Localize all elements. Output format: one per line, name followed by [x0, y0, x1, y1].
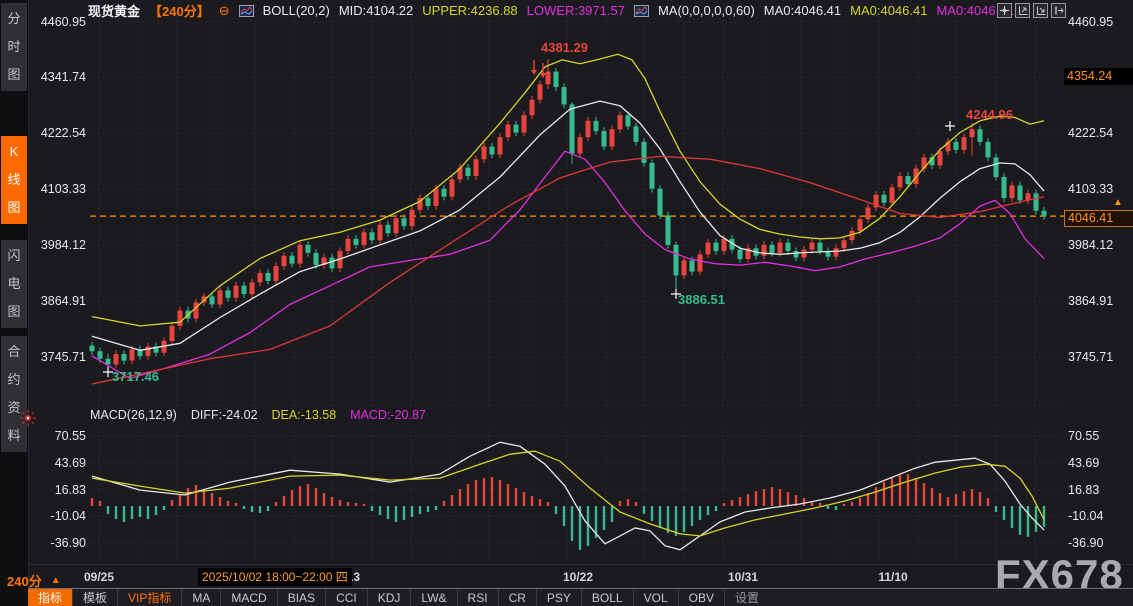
toolbar-item-KDJ[interactable]: KDJ — [368, 589, 412, 606]
symbol-name: 现货黄金 — [88, 1, 140, 20]
toolbar-item-MA[interactable]: MA — [182, 589, 221, 606]
price-axis-right-label-1: 4222.54 — [1068, 125, 1113, 141]
period-label: 【240分】 — [149, 1, 210, 20]
ma0-value-1: MA0:4046.41 — [764, 3, 841, 18]
macd-axis-left-label-2: 16.83 — [34, 482, 86, 498]
macd-axis-right-label-4: -36.90 — [1068, 535, 1103, 551]
macd-axis-left-label-0: 70.55 — [34, 428, 86, 444]
macd-axis-right-label-3: -10.04 — [1068, 508, 1103, 524]
macd-pane-header: MACD(26,12,9) DIFF:-24.02 DEA:-13.58 MAC… — [90, 408, 426, 422]
chart-canvas[interactable] — [0, 0, 1133, 606]
toolbar-item-BOLL[interactable]: BOLL — [582, 589, 634, 606]
price-axis-left-label-2: 4222.54 — [34, 125, 86, 141]
xaxis-label-10/31: 10/31 — [728, 570, 758, 584]
boll-upper-value: UPPER:4236.88 — [422, 3, 517, 18]
toolbar-item-模板[interactable]: 模板 — [73, 589, 118, 606]
boll-lower-value: LOWER:3971.57 — [527, 3, 625, 18]
price-axis-right-label-3: 3984.12 — [1068, 237, 1113, 253]
toolbar-item-VIP指标[interactable]: VIP指标 — [118, 589, 182, 606]
price-axis-left-label-1: 4341.74 — [34, 69, 86, 85]
chart-tool-icons — [997, 3, 1066, 18]
macd-axis-left-label-4: -36.90 — [34, 535, 86, 551]
annotation-start-low: 3717.46 — [112, 369, 159, 384]
macd-axis-left-label-1: 43.69 — [34, 455, 86, 471]
toolbar-item-设置[interactable]: 设置 — [725, 589, 769, 606]
price-tag-4354.24: 4354.24 — [1064, 68, 1133, 85]
crosshair-date-tooltip: 2025/10/02 18:00~22:00 四 — [198, 568, 352, 586]
boll-label: BOLL(20,2) — [263, 3, 330, 18]
macd-dea-value: DEA:-13.58 — [272, 408, 337, 422]
price-axis-right-label-5: 3745.71 — [1068, 349, 1113, 365]
ma0-value-2: MA0:4046.41 — [850, 3, 927, 18]
ma-label: MA(0,0,0,0,0,60) — [658, 3, 755, 18]
xaxis-separator — [28, 564, 1133, 565]
ma-indicator-icon[interactable] — [634, 5, 649, 17]
price-axis-right-label-4: 3864.91 — [1068, 293, 1113, 309]
xaxis-label-09/25: 09/25 — [84, 570, 114, 584]
toolbar-item-CCI[interactable]: CCI — [326, 589, 368, 606]
price-axis-left-label-6: 3745.71 — [34, 349, 86, 365]
toolbar-item-PSY[interactable]: PSY — [537, 589, 582, 606]
period-dropdown-icon: ▲ — [51, 575, 61, 586]
price-axis-left-label-3: 4103.33 — [34, 181, 86, 197]
axis-scale-left-icon[interactable] — [1015, 3, 1030, 18]
macd-axis-right-label-2: 16.83 — [1068, 482, 1099, 498]
toolbar-item-OBV[interactable]: OBV — [679, 589, 725, 606]
price-axis-right-label-0: 4460.95 — [1068, 14, 1113, 30]
toolbar-item-LW&[interactable]: LW& — [411, 589, 457, 606]
axis-scale-right-icon[interactable] — [1033, 3, 1048, 18]
price-axis-left-label-5: 3864.91 — [34, 293, 86, 309]
annotation-swing-low: 3886.51 — [678, 292, 725, 307]
kline-app-window: 现货黄金 【240分】 ⊖ BOLL(20,2) MID:4104.22 UPP… — [0, 0, 1133, 606]
collapse-icon[interactable]: ⊖ — [219, 4, 230, 17]
annotation-swing-high: 4244.96 — [966, 107, 1013, 122]
price-axis-right-label-2: 4103.33 — [1068, 181, 1113, 197]
pane-expand-icon[interactable] — [1051, 3, 1066, 18]
xaxis-label-10/22: 10/22 — [563, 570, 593, 584]
price-tag-4046.41: 4046.41 — [1064, 210, 1133, 227]
boll-mid-value: MID:4104.22 — [339, 3, 413, 18]
indicator-toolbar: 指标模板VIP指标MAMACDBIASCCIKDJLW&RSICRPSYBOLL… — [28, 588, 1133, 606]
macd-axis-right-label-1: 43.69 — [1068, 455, 1099, 471]
price-axis-left-label-0: 4460.95 — [34, 14, 86, 30]
xaxis-label-11/10: 11/10 — [878, 570, 907, 584]
current-price-marker-icon: ▲ — [1113, 197, 1123, 208]
macd-params-label: MACD(26,12,9) — [90, 408, 177, 422]
annotation-peak-high: 4381.29 — [541, 40, 588, 55]
chart-header: 现货黄金 【240分】 ⊖ BOLL(20,2) MID:4104.22 UPP… — [88, 2, 1014, 19]
toolbar-item-BIAS[interactable]: BIAS — [278, 589, 326, 606]
crosshair-tool-icon[interactable] — [997, 3, 1012, 18]
price-axis-left-label-4: 3984.12 — [34, 237, 86, 253]
macd-macd-value: MACD:-20.87 — [350, 408, 426, 422]
toolbar-item-CR[interactable]: CR — [499, 589, 537, 606]
toolbar-item-MACD[interactable]: MACD — [221, 589, 277, 606]
toolbar-item-指标[interactable]: 指标 — [28, 589, 73, 606]
boll-indicator-icon[interactable] — [239, 5, 254, 17]
toolbar-item-VOL[interactable]: VOL — [634, 589, 679, 606]
macd-axis-right-label-0: 70.55 — [1068, 428, 1099, 444]
toolbar-item-RSI[interactable]: RSI — [458, 589, 499, 606]
macd-diff-value: DIFF:-24.02 — [191, 408, 258, 422]
macd-axis-left-label-3: -10.04 — [34, 508, 86, 524]
